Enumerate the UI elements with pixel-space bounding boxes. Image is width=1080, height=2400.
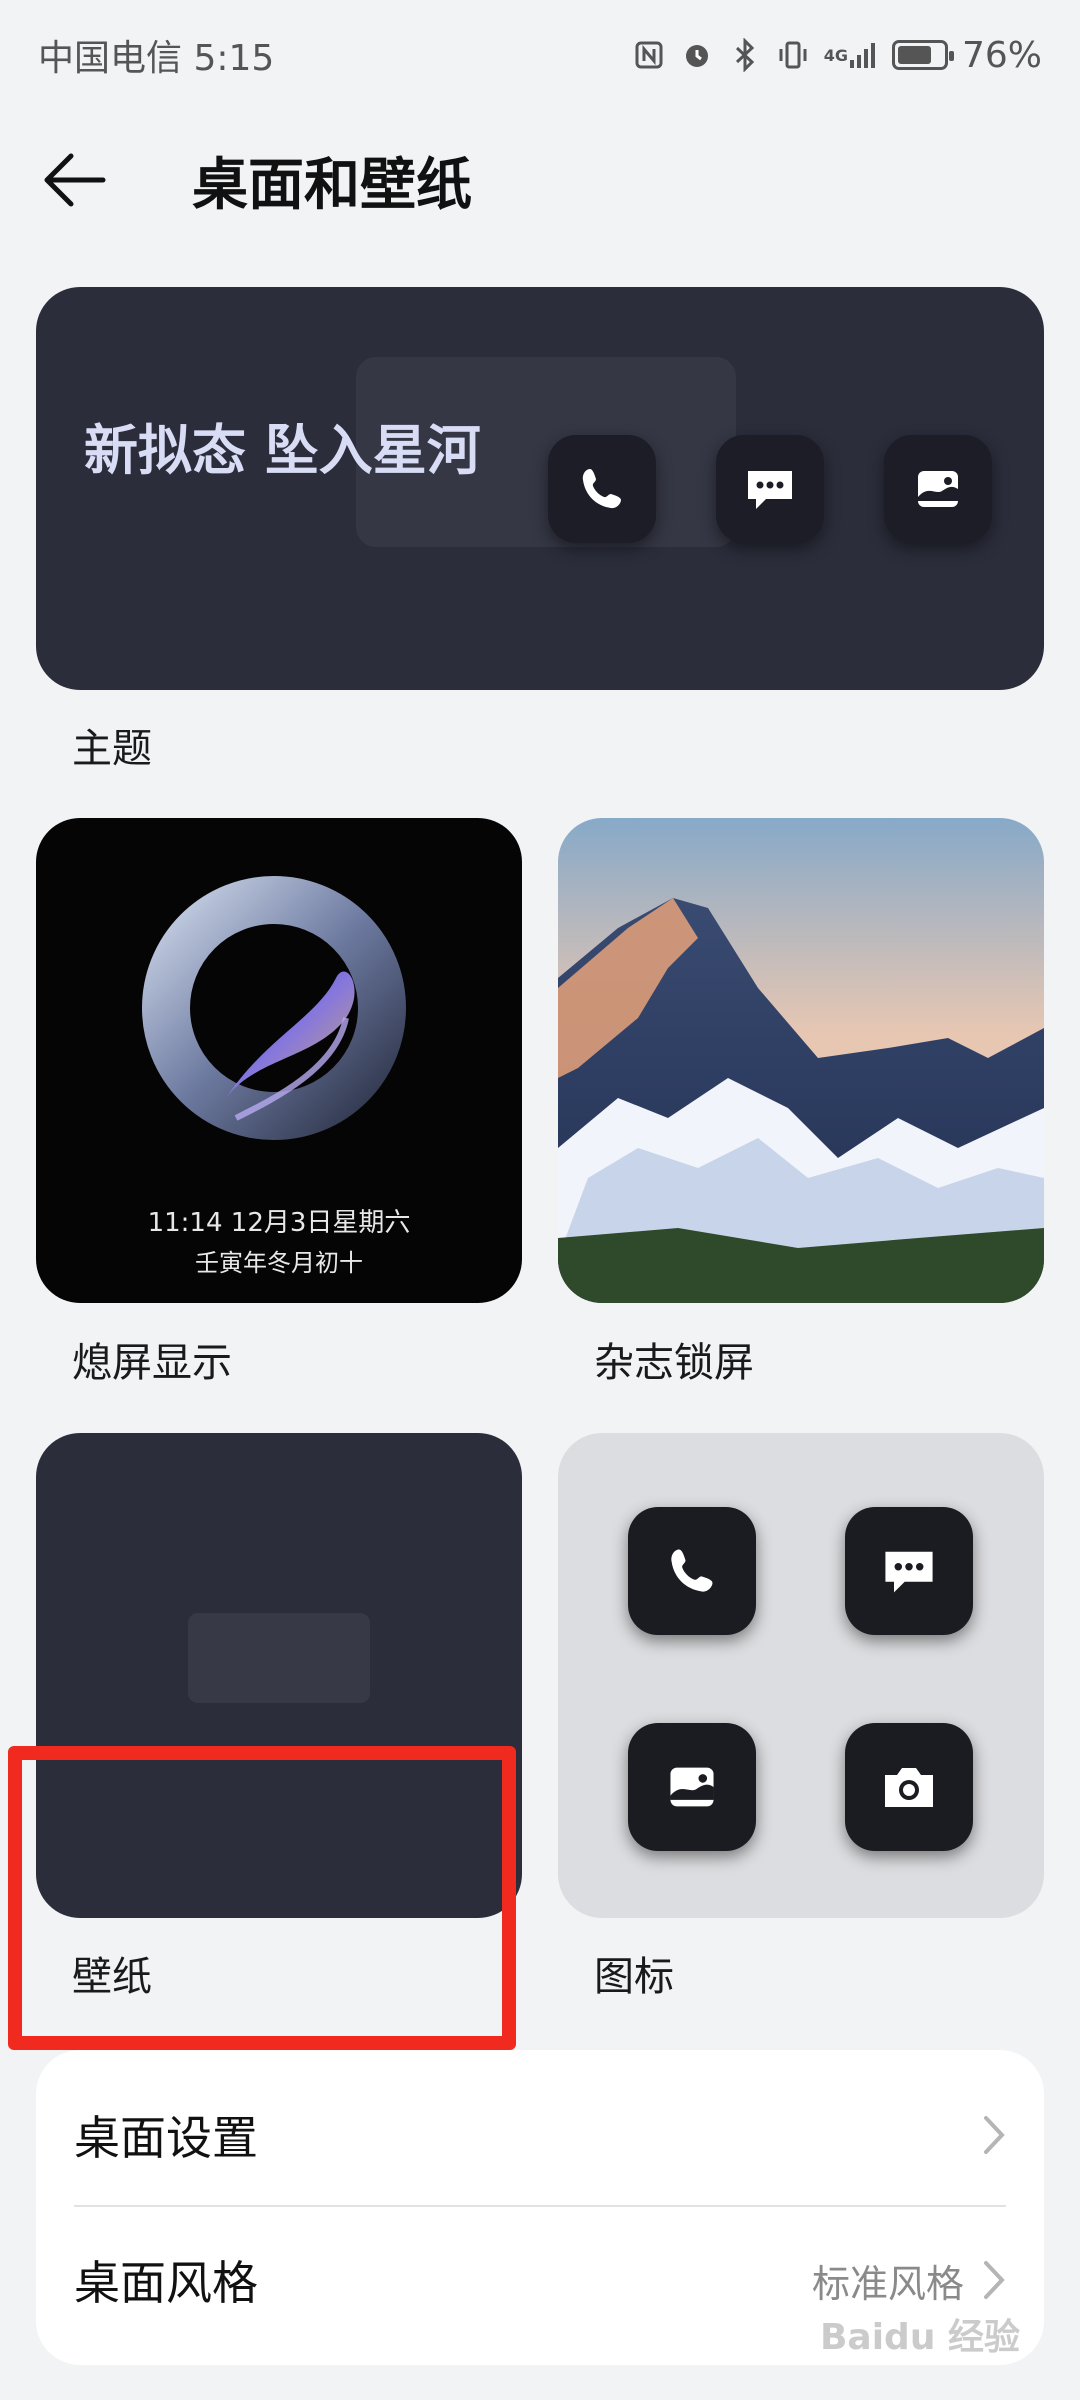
desktop-settings-label: 桌面设置 <box>74 2111 258 2165</box>
aod-time-date: 11:14 12月3日星期六 <box>147 1208 411 1238</box>
signal-icon: 4G <box>824 38 878 72</box>
alarm-icon <box>680 38 714 72</box>
theme-name: 新拟态 坠入星河 <box>84 419 481 482</box>
gallery-icon <box>628 1723 756 1851</box>
bluetooth-icon <box>728 38 762 72</box>
desktop-style-label: 桌面风格 <box>74 2256 258 2310</box>
message-icon <box>716 435 824 543</box>
status-bar: 中国电信 5:15 4G 76% <box>0 0 1080 110</box>
wallpaper-preview-thumbnail <box>188 1613 370 1703</box>
mountain-image <box>558 818 1044 1303</box>
phone-icon <box>548 435 656 543</box>
carrier-time: 中国电信 5:15 <box>38 38 275 79</box>
vibrate-icon <box>776 38 810 72</box>
chevron-right-icon <box>984 2116 1005 2154</box>
theme-label: 主题 <box>72 726 152 772</box>
camera-icon <box>845 1723 973 1851</box>
app-header: 桌面和壁纸 <box>0 120 1080 240</box>
aod-ring-art <box>142 876 406 1140</box>
watermark: Baidu 经验 <box>819 2317 1020 2358</box>
theme-card[interactable]: 新拟态 坠入星河 <box>36 287 1044 690</box>
chevron-right-icon <box>984 2261 1005 2299</box>
aod-label: 熄屏显示 <box>72 1340 232 1386</box>
magazine-label: 杂志锁屏 <box>594 1340 754 1386</box>
back-arrow-icon <box>44 153 106 207</box>
icons-label: 图标 <box>594 1954 674 2000</box>
row-divider <box>74 2205 1006 2207</box>
nfc-icon <box>632 38 666 72</box>
desktop-settings-row[interactable]: 桌面设置 <box>36 2065 1044 2205</box>
page-title: 桌面和壁纸 <box>192 152 472 218</box>
status-icons: 4G 76% <box>632 35 1042 76</box>
phone-icon <box>628 1507 756 1635</box>
desktop-style-value: 标准风格 <box>811 2261 964 2306</box>
magazine-lockscreen-card[interactable] <box>558 818 1044 1303</box>
battery-percent: 76% <box>961 34 1042 76</box>
icons-card[interactable] <box>558 1433 1044 1918</box>
always-on-display-card[interactable]: 11:14 12月3日星期六 壬寅年冬月初十 <box>36 818 522 1303</box>
signal-label: 4G <box>823 45 848 65</box>
gallery-icon <box>884 435 992 543</box>
back-button[interactable] <box>0 120 150 240</box>
wallpaper-card[interactable] <box>36 1433 522 1918</box>
message-icon <box>845 1507 973 1635</box>
wallpaper-label: 壁纸 <box>72 1954 152 2000</box>
aod-lunar-date: 壬寅年冬月初十 <box>195 1249 363 1277</box>
battery-icon <box>891 40 954 70</box>
